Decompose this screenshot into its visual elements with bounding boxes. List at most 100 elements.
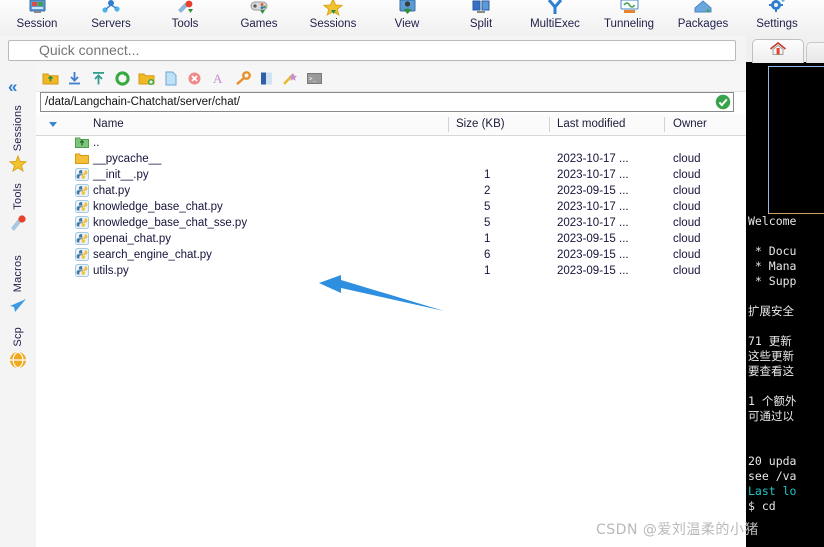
sftp-browser-panel: A >_ Name Size (KB): [36, 65, 750, 547]
tab-new[interactable]: [806, 42, 824, 63]
file-owner: cloud: [673, 169, 701, 181]
ribbon-item-tunneling[interactable]: Tunneling: [592, 0, 666, 36]
ribbon-item-session[interactable]: Session: [0, 0, 74, 36]
ribbon-item-split[interactable]: Split: [444, 0, 518, 36]
sessions-star-icon: [319, 0, 347, 17]
sidebar-item-tools[interactable]: Tools: [0, 183, 36, 238]
tunneling-icon: [615, 0, 643, 17]
terminal-line: Last lo: [748, 484, 797, 498]
file-modified: 2023-10-17 ...: [557, 153, 629, 165]
terminal-screen[interactable]: Welcome * Docu * Mana * Supp 扩展安全 71 更新 这些更…: [746, 62, 824, 547]
text-mode-icon[interactable]: A: [208, 68, 228, 88]
ribbon-item-games[interactable]: Games: [222, 0, 296, 36]
file-owner: cloud: [673, 201, 701, 213]
settings-gear-icon: [763, 0, 791, 17]
terminal-icon[interactable]: >_: [304, 68, 324, 88]
ribbon-item-view[interactable]: View: [370, 0, 444, 36]
ribbon-item-sessions[interactable]: Sessions: [296, 0, 370, 36]
path-input[interactable]: [40, 92, 734, 112]
terminal-line: 这些更新: [748, 349, 794, 363]
column-header-modified[interactable]: Last modified: [557, 114, 625, 135]
ribbon-label: Packages: [677, 18, 729, 30]
magic-wand-icon[interactable]: [280, 68, 300, 88]
terminal-line: 1 个额外: [748, 394, 797, 408]
file-name: utils.py: [93, 265, 129, 277]
quick-connect-row: [0, 36, 824, 65]
ribbon-label: Servers: [91, 18, 131, 30]
servers-icon: [97, 0, 125, 17]
collapse-sidebar-icon[interactable]: «: [8, 77, 18, 97]
column-header-owner[interactable]: Owner: [673, 114, 707, 135]
column-divider[interactable]: [549, 117, 550, 132]
table-row[interactable]: openai_chat.py 1 2023-09-15 ... cloud: [36, 231, 746, 247]
download-icon[interactable]: [64, 68, 84, 88]
file-modified: 2023-09-15 ...: [557, 249, 629, 261]
ribbon-item-settings[interactable]: Settings: [740, 0, 814, 36]
terminal-banner-box: [768, 66, 824, 214]
terminal-line: 要查看这: [748, 364, 794, 378]
table-row[interactable]: knowledge_base_chat_sse.py 5 2023-10-17 ..…: [36, 215, 746, 231]
delete-icon[interactable]: [184, 68, 204, 88]
file-size: 1: [484, 169, 491, 181]
svg-text:>_: >_: [309, 75, 317, 82]
new-folder-icon[interactable]: [136, 68, 156, 88]
table-row[interactable]: search_engine_chat.py 6 2023-09-15 ... clou…: [36, 247, 746, 263]
file-owner: cloud: [673, 249, 701, 261]
python-icon: [75, 264, 89, 278]
home-tab-icon: [768, 41, 788, 63]
sidebar-item-scp[interactable]: Scp: [0, 327, 36, 375]
column-divider[interactable]: [664, 117, 665, 132]
ribbon-label: View: [394, 18, 420, 30]
up-folder-icon: [75, 136, 89, 150]
path-row: [40, 92, 734, 112]
sidebar-item-sessions[interactable]: Sessions: [0, 105, 36, 179]
python-icon: [75, 216, 89, 230]
ribbon-item-packages[interactable]: Packages: [666, 0, 740, 36]
packages-icon: [689, 0, 717, 17]
upload-icon[interactable]: [88, 68, 108, 88]
new-file-icon[interactable]: [160, 68, 180, 88]
sidebar-item-macros[interactable]: Macros: [0, 255, 36, 320]
refresh-icon[interactable]: [112, 68, 132, 88]
sidebar-item-label: Sessions: [12, 105, 24, 152]
left-sidebar: « Sessions Tools Macros Scp: [0, 65, 37, 547]
quick-connect-input[interactable]: [8, 40, 736, 61]
file-size: 6: [484, 249, 491, 261]
terminal-panel[interactable]: Welcome * Docu * Mana * Supp 扩展安全 71 更新 这些更…: [746, 36, 824, 547]
main-ribbon: Session Servers Tools Games Sessions Vie…: [0, 0, 824, 37]
session-icon: [23, 0, 51, 17]
ribbon-item-servers[interactable]: Servers: [74, 0, 148, 36]
table-row[interactable]: __pycache__ 2023-10-17 ... cloud: [36, 151, 746, 167]
bookmark-icon[interactable]: [256, 68, 276, 88]
table-row[interactable]: ..: [36, 135, 746, 151]
file-modified: 2023-09-15 ...: [557, 265, 629, 277]
file-size: 5: [484, 217, 491, 229]
ribbon-label: Session: [16, 18, 58, 30]
terminal-line: 20 upda: [748, 454, 797, 468]
column-header-size[interactable]: Size (KB): [456, 114, 505, 135]
terminal-line: * Docu: [748, 244, 797, 258]
parent-folder-icon[interactable]: [40, 68, 60, 88]
ribbon-item-multiexec[interactable]: MultiExec: [518, 0, 592, 36]
wrench-icon: [8, 213, 28, 238]
tab-home[interactable]: [752, 39, 804, 63]
file-name: knowledge_base_chat.py: [93, 201, 223, 213]
table-row[interactable]: chat.py 2 2023-09-15 ... cloud: [36, 183, 746, 199]
table-row[interactable]: knowledge_base_chat.py 5 2023-10-17 ... clo…: [36, 199, 746, 215]
file-list: .. __pycache__ 2023-10-17 ... cloud __init__…: [36, 135, 746, 279]
file-name: search_engine_chat.py: [93, 249, 212, 261]
multiexec-icon: [541, 0, 569, 17]
column-divider[interactable]: [448, 117, 449, 132]
terminal-line: 扩展安全: [748, 304, 794, 318]
tools-icon: [171, 0, 199, 17]
sidebar-item-label: Scp: [12, 327, 24, 347]
column-header-name[interactable]: Name: [93, 114, 124, 135]
sort-caret-icon[interactable]: [49, 122, 57, 127]
table-row[interactable]: utils.py 1 2023-09-15 ... cloud: [36, 263, 746, 279]
terminal-line: 可通过以: [748, 409, 794, 423]
permissions-key-icon[interactable]: [232, 68, 252, 88]
globe-icon: [8, 350, 28, 375]
sidebar-item-label: Tools: [12, 183, 24, 210]
table-row[interactable]: __init__.py 1 2023-10-17 ... cloud: [36, 167, 746, 183]
ribbon-item-tools[interactable]: Tools: [148, 0, 222, 36]
